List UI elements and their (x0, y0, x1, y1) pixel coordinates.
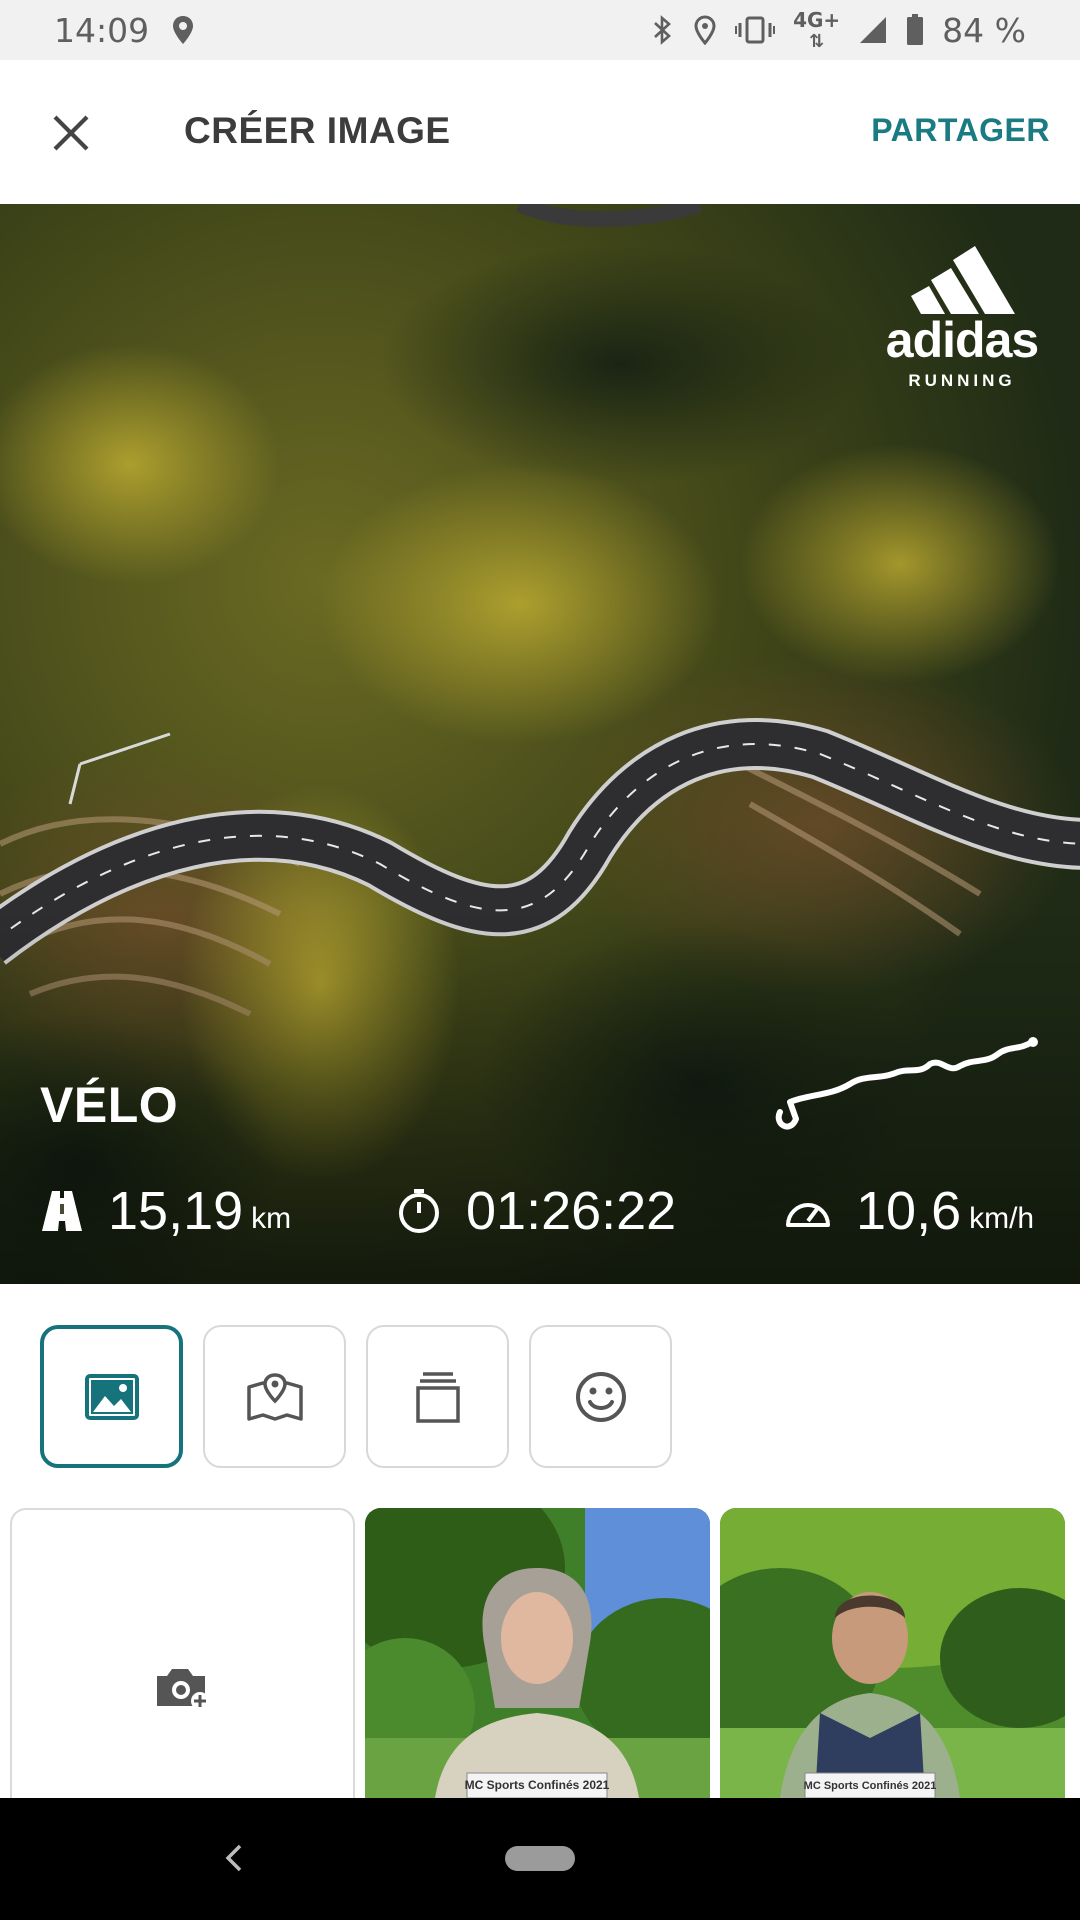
status-bar: 14:09 4G+ ⇅ 84 % (0, 0, 1080, 60)
stopwatch-icon (399, 1189, 439, 1233)
bluetooth-icon (651, 14, 675, 46)
share-button[interactable]: PARTAGER (871, 112, 1050, 149)
camera-add-icon (156, 1669, 209, 1710)
photo-1-sign: MC Sports Confinés 2021 (465, 1778, 610, 1792)
location-icon (171, 15, 195, 45)
road-icon (42, 1191, 82, 1231)
app-bar: CRÉER IMAGE PARTAGER (0, 60, 1080, 204)
close-icon (53, 115, 89, 151)
speedometer-icon (786, 1203, 830, 1227)
map-icon (246, 1372, 303, 1421)
stat-duration: 01:26:22 (396, 1184, 676, 1238)
battery-level: 84 % (942, 10, 1026, 50)
adidas-running-logo: adidas RUNNING (882, 244, 1042, 391)
tab-layout[interactable] (366, 1325, 509, 1468)
distance-unit: km (251, 1202, 292, 1235)
distance-value: 15,19 (108, 1181, 244, 1241)
brand-wordmark: adidas (885, 312, 1039, 368)
signal-icon (858, 15, 888, 45)
image-icon (84, 1373, 139, 1420)
gallery-photo-man[interactable]: MC Sports Confinés 2021 (720, 1508, 1065, 1798)
sport-type: VÉLO (40, 1077, 179, 1133)
photo-2-sign: MC Sports Confinés 2021 (804, 1780, 937, 1792)
adidas-stripes-icon (911, 246, 1015, 314)
photo-woman-holding-sign: MC Sports Confinés 2021 (365, 1508, 710, 1798)
close-button[interactable] (36, 98, 106, 168)
vibrate-icon (735, 15, 776, 45)
speed-unit: km/h (969, 1202, 1035, 1235)
share-image-preview: adidas RUNNING VÉLO 15,19 km 01:26:22 10… (0, 204, 1080, 1284)
stat-distance: 15,19 km (40, 1184, 291, 1238)
back-icon (225, 1844, 242, 1872)
layers-icon (415, 1371, 460, 1423)
status-time: 14:09 (54, 10, 150, 50)
nav-back-button[interactable] (218, 1836, 248, 1880)
battery-icon (906, 14, 924, 46)
smiley-icon (575, 1371, 626, 1422)
brand-subtitle: RUNNING (908, 371, 1016, 390)
photo-gallery: MC Sports Confinés 2021 MC Sports Confin… (10, 1508, 1070, 1798)
network-label: 4G+ ⇅ (793, 7, 841, 52)
stat-speed: 10,6 km/h (784, 1184, 1034, 1238)
duration-value: 01:26:22 (466, 1181, 677, 1241)
add-photo-button[interactable] (10, 1508, 355, 1798)
gallery-photo-woman[interactable]: MC Sports Confinés 2021 (365, 1508, 710, 1798)
tab-map[interactable] (203, 1325, 346, 1468)
edit-tools (40, 1325, 672, 1468)
location-icon (693, 15, 717, 45)
tab-background-image[interactable] (40, 1325, 183, 1468)
speed-value: 10,6 (856, 1181, 962, 1241)
route-trace (775, 1037, 1038, 1130)
nav-home-pill[interactable] (505, 1846, 575, 1871)
system-nav-bar (0, 1798, 1080, 1920)
page-title: CRÉER IMAGE (184, 110, 451, 151)
photo-man-holding-sign: MC Sports Confinés 2021 (720, 1508, 1065, 1798)
tab-stickers[interactable] (529, 1325, 672, 1468)
